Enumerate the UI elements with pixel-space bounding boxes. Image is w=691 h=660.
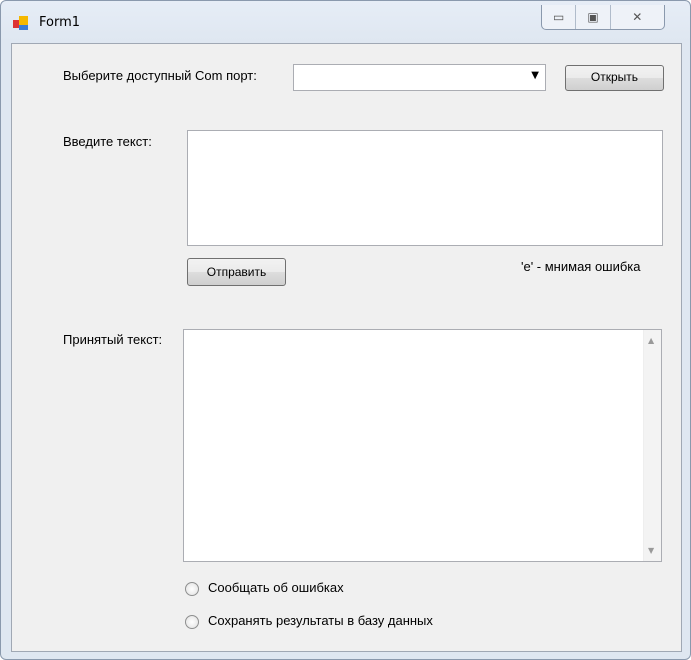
scroll-up-icon[interactable]: ▲ [648,336,654,345]
minimize-button[interactable]: ▭ [542,5,577,29]
received-text-label: Принятый текст: [63,332,163,347]
client-area: Выберите доступный Com порт: ▼ Открыть В… [11,43,682,652]
send-button[interactable]: Отправить [187,258,286,286]
com-port-select[interactable]: ▼ [293,64,546,91]
close-button[interactable]: ✕ [611,5,664,29]
scrollbar[interactable]: ▲ ▼ [643,330,661,561]
input-text-field[interactable] [187,130,663,246]
save-db-label: Сохранять результаты в базу данных [208,613,433,628]
com-port-label: Выберите доступный Com порт: [63,68,257,83]
scroll-down-icon[interactable]: ▼ [648,546,654,555]
maximize-button[interactable]: ▣ [576,5,611,29]
error-note: 'e' - мнимая ошибка [521,259,641,274]
report-errors-label: Сообщать об ошибках [208,580,344,595]
window-controls: ▭ ▣ ✕ [541,5,665,30]
input-text-label: Введите текст: [63,134,152,149]
window-title: Form1 [39,15,81,30]
save-db-radio[interactable] [185,615,199,629]
received-text-field[interactable]: ▲ ▼ [183,329,662,562]
report-errors-radio[interactable] [185,582,199,596]
open-button[interactable]: Открыть [565,65,664,91]
chevron-down-icon: ▼ [531,70,539,81]
window: Form1 ▭ ▣ ✕ Выберите доступный Com порт:… [0,0,691,660]
app-icon [13,16,28,30]
